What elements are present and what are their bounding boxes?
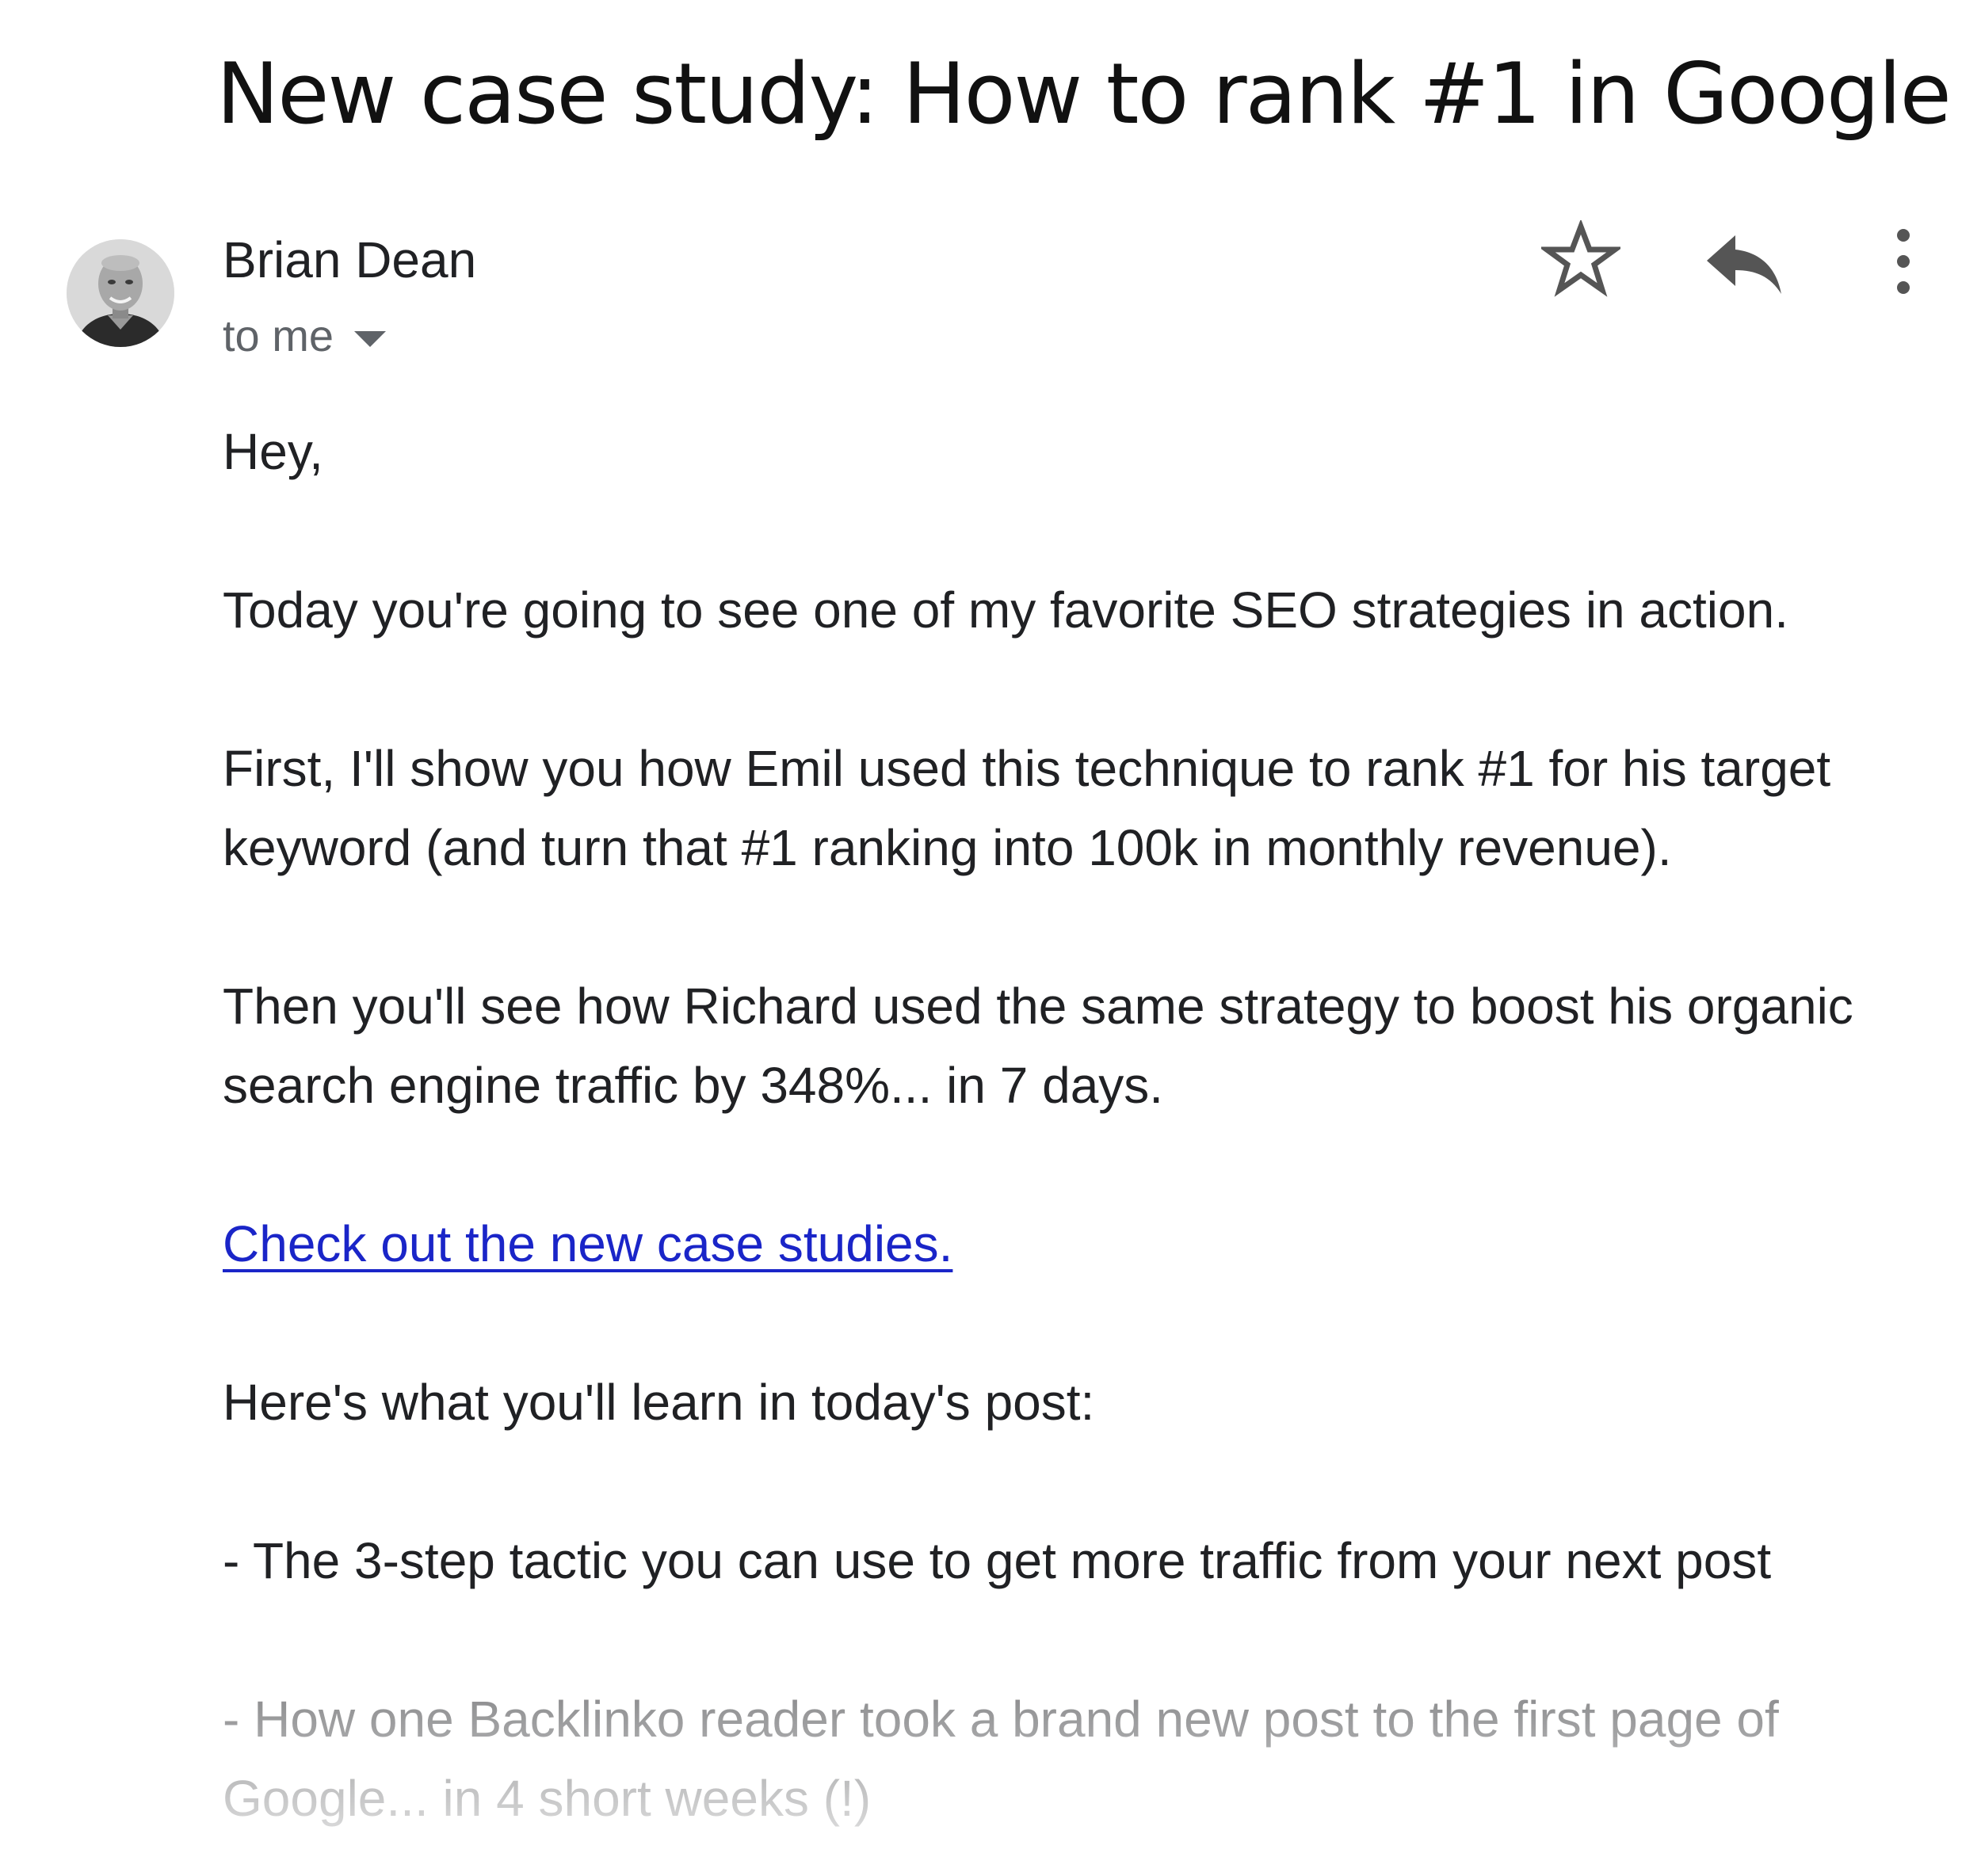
email-greeting: Hey, [223,423,323,480]
case-studies-paragraph: Check out the new case studies. [223,1204,1950,1283]
email-learn-intro: Here's what you'll learn in today's post… [223,1374,1095,1431]
sender-name: Brian Dean [223,231,477,288]
email-first-paragraph: First, I'll show you how Emil used this … [223,740,1831,876]
sender-avatar[interactable] [67,239,174,347]
case-studies-link[interactable]: Check out the new case studies. [223,1215,952,1272]
caret-down-icon [354,330,387,347]
person-photo-icon [67,239,174,347]
more-vertical-icon [1897,229,1910,294]
email-intro-paragraph: Today you're going to see one of my favo… [223,581,1788,639]
email-bullet-item: - The 3-step tactic you can use to get m… [223,1532,1772,1589]
email-bullet-item: - How one Backlinko reader took a brand … [223,1691,1779,1827]
reply-button[interactable] [1704,226,1783,297]
recipient-details-toggle[interactable]: to me [223,309,387,362]
recipient-label: to me [223,311,334,360]
more-options-button[interactable] [1886,226,1922,297]
email-subject: New case study: How to rank #1 in Google [216,45,1952,143]
reply-icon [1707,235,1781,294]
star-icon [1538,219,1624,297]
email-then-paragraph: Then you'll see how Richard used the sam… [223,978,1853,1114]
star-button[interactable] [1538,219,1624,299]
